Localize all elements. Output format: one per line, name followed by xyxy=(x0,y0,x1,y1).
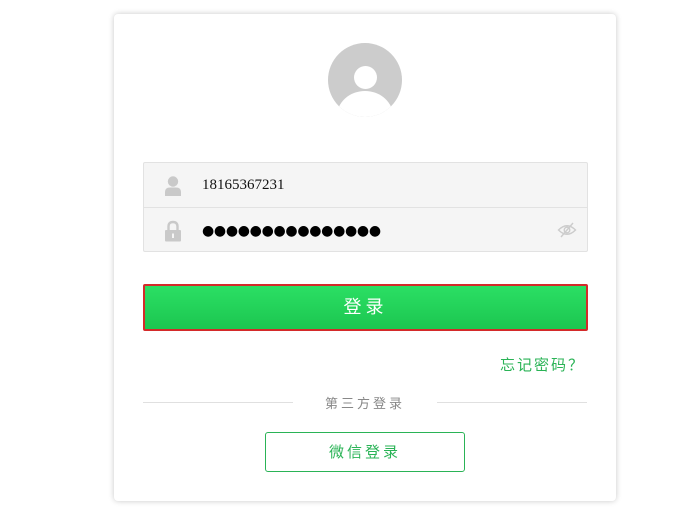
avatar-body-shape xyxy=(337,91,393,117)
divider-right xyxy=(437,402,587,403)
credentials-fields: 18165367231 ●●●●●●●●●●●●●●● xyxy=(143,162,588,252)
avatar xyxy=(328,43,402,117)
login-button[interactable]: 登录 xyxy=(143,284,588,331)
user-icon xyxy=(164,175,182,197)
password-input[interactable]: ●●●●●●●●●●●●●●● xyxy=(202,209,381,253)
username-input[interactable]: 18165367231 xyxy=(202,163,285,207)
divider-left xyxy=(143,402,293,403)
wechat-login-button[interactable]: 微信登录 xyxy=(265,432,465,472)
username-field[interactable]: 18165367231 xyxy=(144,163,587,207)
forgot-password-link[interactable]: 忘记密码？ xyxy=(500,354,585,375)
login-card: 18165367231 ●●●●●●●●●●●●●●● 登录 忘记密码？ 第三方… xyxy=(114,14,616,501)
eye-hidden-icon[interactable] xyxy=(557,221,577,239)
avatar-head-shape xyxy=(354,66,377,89)
third-party-login-label: 第三方登录 xyxy=(324,397,405,412)
lock-icon xyxy=(164,220,182,242)
password-field[interactable]: ●●●●●●●●●●●●●●● xyxy=(144,207,587,252)
